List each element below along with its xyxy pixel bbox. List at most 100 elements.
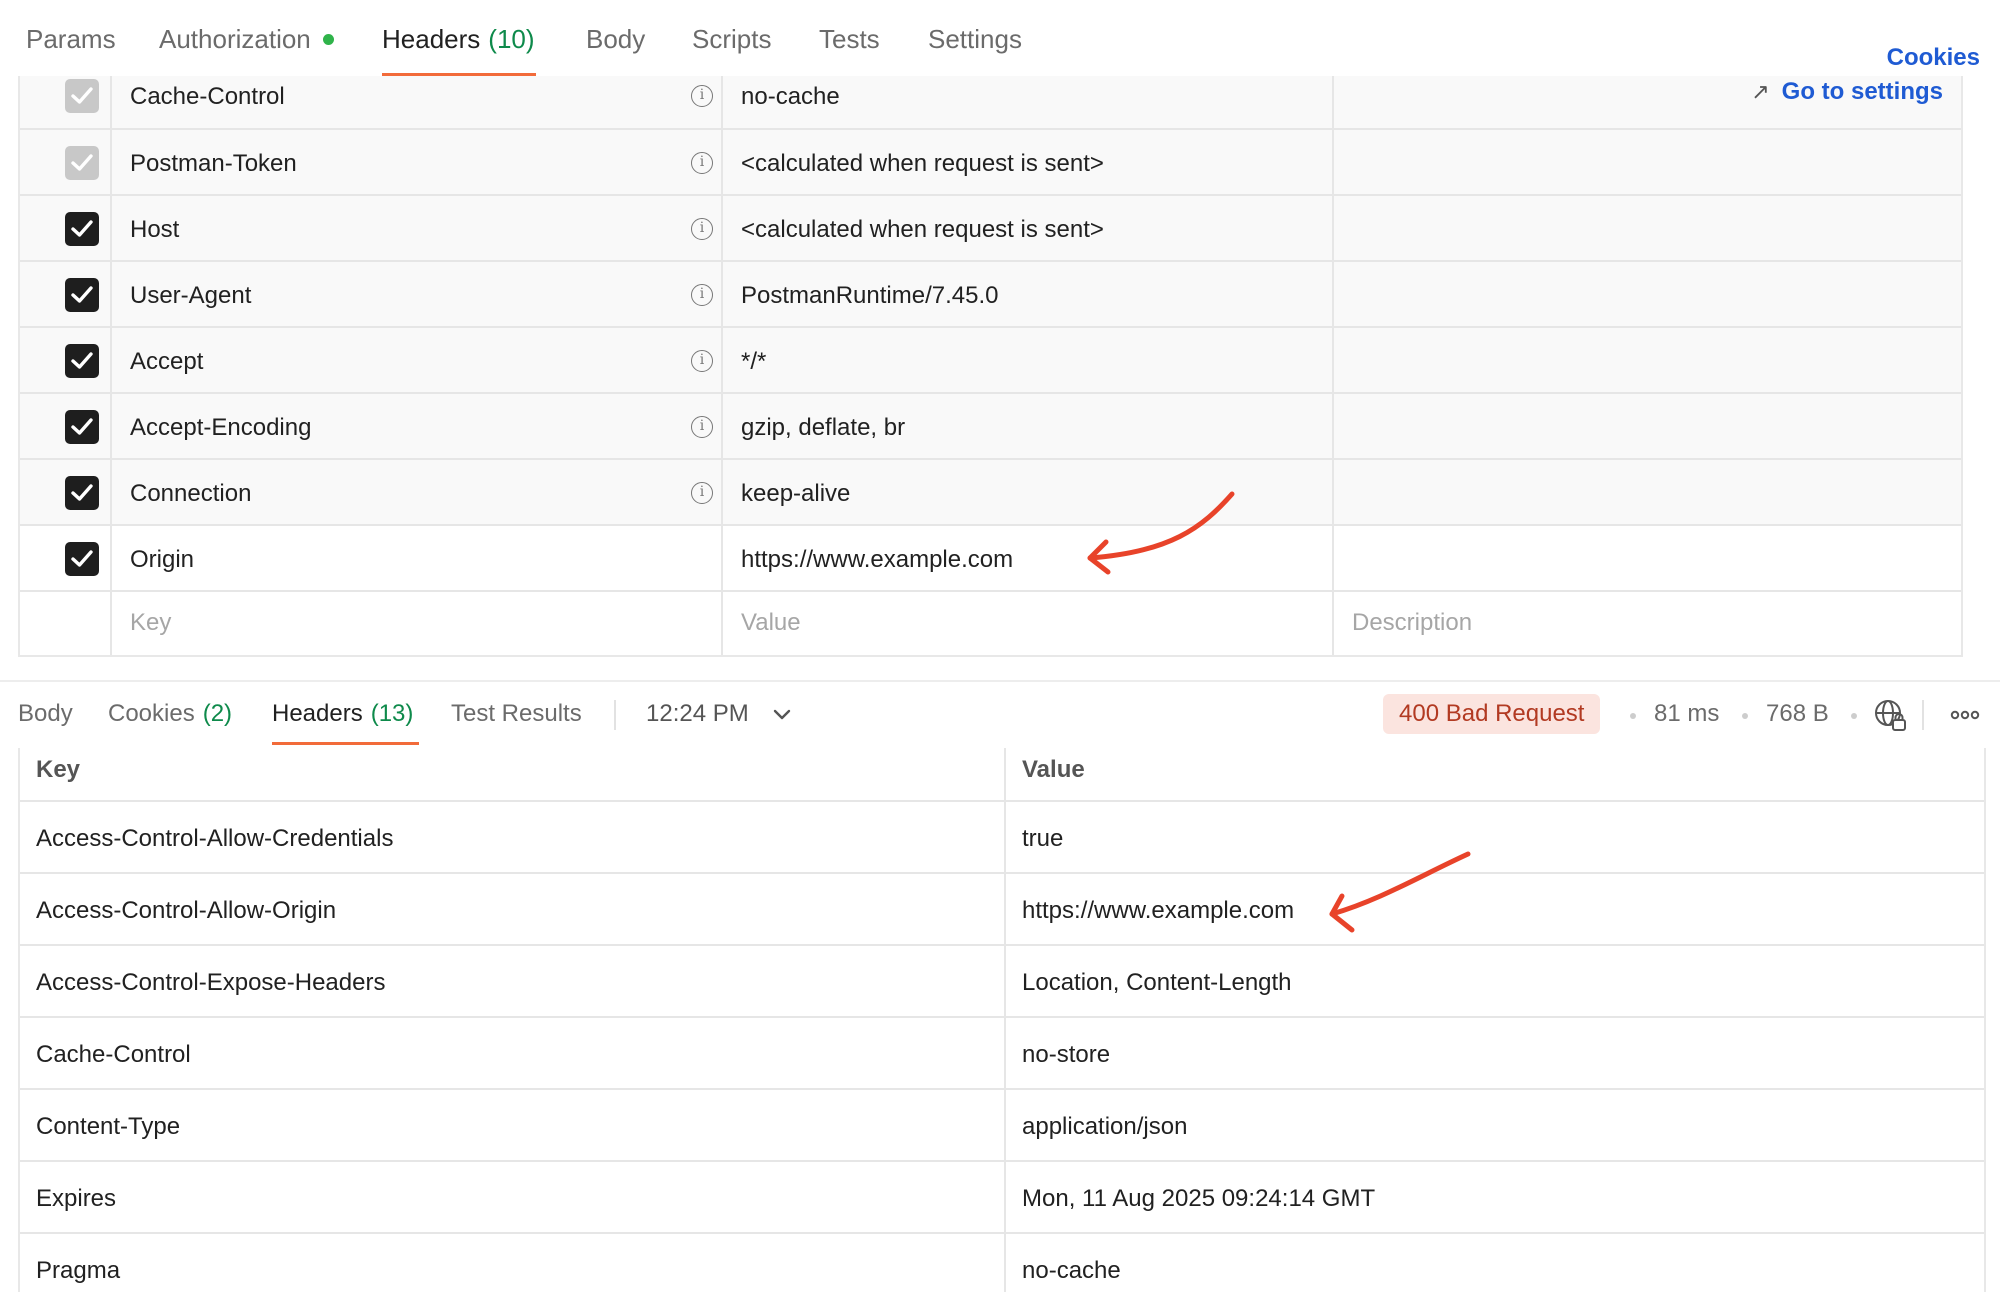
response-header-key: Cache-Control xyxy=(36,1041,191,1068)
request-header-row: User-Agent i PostmanRuntime/7.45.0 xyxy=(20,262,1961,328)
go-to-settings-link[interactable]: ↗ Go to settings xyxy=(1751,78,1943,106)
response-tab-headers[interactable]: Headers (13) xyxy=(272,700,413,728)
tab-tests-label: Tests xyxy=(819,24,880,54)
tab-params-label: Params xyxy=(26,24,116,54)
header-key: Connection xyxy=(130,480,252,507)
request-header-row: Accept-Encoding i gzip, deflate, br xyxy=(20,394,1961,460)
tab-headers[interactable]: Headers (10) xyxy=(382,24,535,55)
request-header-row: Connection i keep-alive xyxy=(20,460,1961,526)
external-arrow-icon: ↗ xyxy=(1751,79,1770,104)
request-header-row: Cache-Control i no-cache ↗ Go to settings xyxy=(20,76,1961,130)
more-options-icon[interactable] xyxy=(1950,708,1980,726)
response-headers-header-row: Key Value xyxy=(20,748,1984,802)
active-response-tab-indicator xyxy=(272,742,419,745)
new-description-input[interactable]: Description xyxy=(1352,609,1472,637)
request-header-row: Accept i */* xyxy=(20,328,1961,394)
header-key: Host xyxy=(130,216,180,243)
go-to-settings-label: Go to settings xyxy=(1781,78,1943,105)
info-icon[interactable]: i xyxy=(691,350,713,372)
info-icon[interactable]: i xyxy=(691,152,713,174)
tab-headers-label: Headers xyxy=(382,24,481,54)
header-enabled-checkbox[interactable] xyxy=(65,79,99,113)
tab-body[interactable]: Body xyxy=(586,24,645,55)
header-enabled-checkbox[interactable] xyxy=(65,212,99,246)
response-header-value: no-store xyxy=(1022,1041,1111,1068)
response-tab-cookies-label: Cookies xyxy=(108,700,195,727)
header-key: Accept xyxy=(130,348,204,375)
status-badge: 400 Bad Request xyxy=(1383,694,1601,734)
toolbar-separator xyxy=(614,700,616,730)
header-enabled-checkbox[interactable] xyxy=(65,476,99,510)
tab-scripts[interactable]: Scripts xyxy=(692,24,771,55)
auth-status-dot-icon xyxy=(322,33,334,45)
cookies-link[interactable]: Cookies xyxy=(1887,44,1980,72)
request-header-row: Postman-Token i <calculated when request… xyxy=(20,130,1961,196)
meta-separator-dot xyxy=(1851,713,1857,719)
info-icon[interactable]: i xyxy=(691,416,713,438)
header-key: Cache-Control xyxy=(130,83,285,110)
table-row: Expires Mon, 11 Aug 2025 09:24:14 GMT xyxy=(20,1162,1984,1234)
tab-settings[interactable]: Settings xyxy=(928,24,1022,55)
header-enabled-checkbox[interactable] xyxy=(65,542,99,576)
header-key: Postman-Token xyxy=(130,150,297,177)
network-globe-lock-icon[interactable] xyxy=(1874,699,1908,738)
info-icon[interactable]: i xyxy=(691,85,713,107)
column-divider xyxy=(1332,76,1334,655)
header-value: keep-alive xyxy=(741,480,851,507)
tab-authorization[interactable]: Authorization xyxy=(159,24,334,55)
response-tab-test-results-label: Test Results xyxy=(451,700,582,727)
table-row: Cache-Control no-store xyxy=(20,1018,1984,1090)
info-icon[interactable]: i xyxy=(691,218,713,240)
response-header-value: application/json xyxy=(1022,1113,1188,1140)
header-enabled-checkbox[interactable] xyxy=(65,344,99,378)
meta-separator-dot xyxy=(1630,713,1636,719)
response-header-value: Mon, 11 Aug 2025 09:24:14 GMT xyxy=(1022,1185,1376,1212)
tab-params[interactable]: Params xyxy=(26,24,116,55)
response-size: 768 B xyxy=(1766,700,1829,727)
header-value: gzip, deflate, br xyxy=(741,414,906,441)
response-time-label: 12:24 PM xyxy=(646,700,749,727)
response-tab-test-results[interactable]: Test Results xyxy=(451,700,582,728)
header-key-input[interactable]: Origin xyxy=(130,546,194,574)
tab-tests[interactable]: Tests xyxy=(819,24,880,55)
response-tab-cookies[interactable]: Cookies (2) xyxy=(108,700,232,728)
response-tab-headers-count: (13) xyxy=(370,700,414,727)
info-icon[interactable]: i xyxy=(691,482,713,504)
tab-scripts-label: Scripts xyxy=(692,24,772,54)
response-history-dropdown[interactable]: 12:24 PM xyxy=(646,700,791,728)
table-row: Access-Control-Allow-Origin https://www.… xyxy=(20,874,1984,946)
response-header-key: Access-Control-Allow-Credentials xyxy=(36,825,394,852)
response-header-key: Content-Type xyxy=(36,1113,181,1140)
request-headers-table: Cache-Control i no-cache ↗ Go to settings… xyxy=(18,76,1963,657)
info-icon[interactable]: i xyxy=(691,284,713,306)
response-header-value: https://www.example.com xyxy=(1022,897,1295,924)
response-headers-table: Key Value Access-Control-Allow-Credentia… xyxy=(18,748,1986,1292)
response-header-key: Access-Control-Expose-Headers xyxy=(36,969,386,996)
header-value: no-cache xyxy=(741,83,840,110)
new-key-input[interactable]: Key xyxy=(130,609,171,637)
new-value-input[interactable]: Value xyxy=(741,609,801,637)
tab-body-label: Body xyxy=(586,24,646,54)
table-row: Access-Control-Expose-Headers Location, … xyxy=(20,946,1984,1018)
header-value-input[interactable]: https://www.example.com xyxy=(741,546,1013,574)
response-tab-body[interactable]: Body xyxy=(18,700,73,728)
table-row: Pragma no-cache xyxy=(20,1234,1984,1292)
response-duration: 81 ms xyxy=(1654,700,1720,727)
new-header-row: Key Value Description xyxy=(20,592,1961,655)
response-header-value: no-cache xyxy=(1022,1257,1121,1284)
response-header-key: Pragma xyxy=(36,1257,121,1284)
tab-authorization-label: Authorization xyxy=(159,24,311,54)
header-value: <calculated when request is sent> xyxy=(741,216,1104,243)
response-header-value: Location, Content-Length xyxy=(1022,969,1292,996)
header-enabled-checkbox[interactable] xyxy=(65,278,99,312)
header-value: <calculated when request is sent> xyxy=(741,150,1104,177)
header-enabled-checkbox[interactable] xyxy=(65,146,99,180)
header-value: */* xyxy=(741,348,767,375)
column-divider xyxy=(721,76,723,655)
response-divider xyxy=(0,680,2000,682)
response-header-value: true xyxy=(1022,825,1064,852)
response-tab-body-label: Body xyxy=(18,700,73,727)
table-row: Access-Control-Allow-Credentials true xyxy=(20,802,1984,874)
column-header-key: Key xyxy=(36,756,81,783)
header-enabled-checkbox[interactable] xyxy=(65,410,99,444)
